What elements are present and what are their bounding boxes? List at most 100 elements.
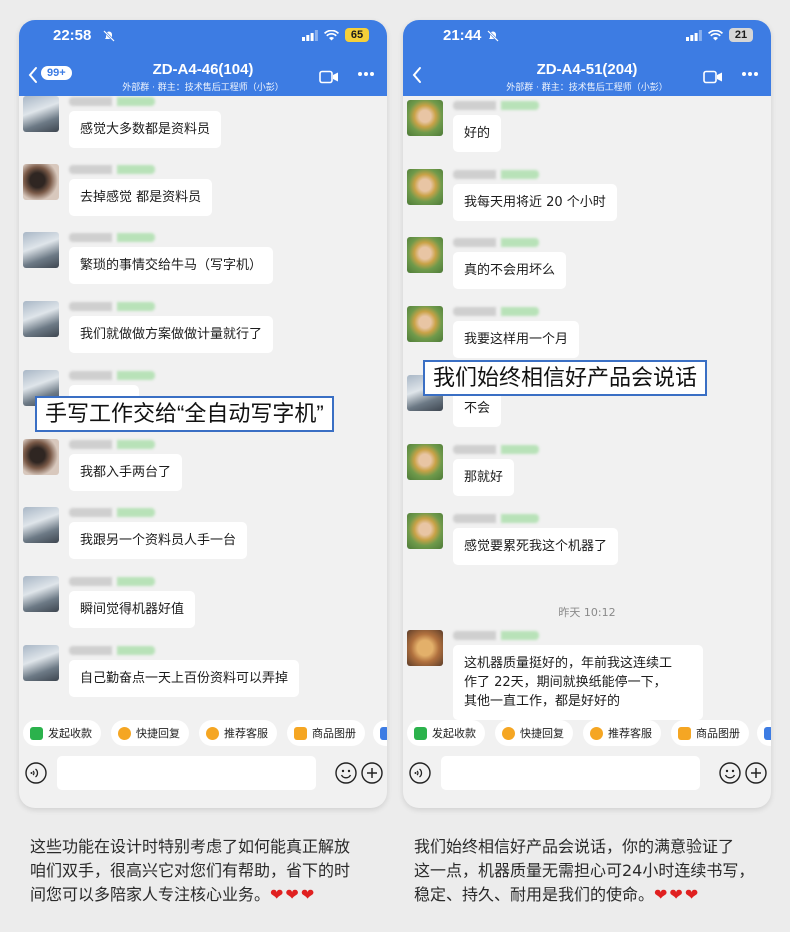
avatar[interactable]	[23, 164, 59, 200]
hearts-decoration: ❤❤❤	[270, 885, 317, 904]
avatar[interactable]	[23, 301, 59, 337]
message-bubble[interactable]: 我每天用将近 20 个小时	[453, 184, 617, 221]
list-item: 繁琐的事情交给牛马（写字机）	[19, 232, 387, 298]
sender-name-blurred	[69, 97, 155, 106]
video-icon[interactable]	[703, 70, 723, 84]
message-bubble[interactable]: 好的	[453, 115, 502, 152]
yen-icon	[414, 726, 427, 740]
document-icon	[294, 726, 307, 740]
sender-name-blurred	[69, 577, 155, 586]
sender-name-blurred	[69, 440, 155, 449]
message-bubble[interactable]: 我跟另一个资料员人手一台	[69, 522, 248, 559]
avatar[interactable]	[23, 439, 59, 475]
message-bubble[interactable]: 真的不会用坏么	[453, 252, 567, 289]
sender-name-blurred	[453, 445, 539, 454]
list-item: 好的	[403, 100, 771, 166]
message-bubble[interactable]: 我都入手两台了	[69, 454, 183, 491]
quick-action-quick-reply[interactable]: 快捷回复	[111, 720, 189, 746]
avatar[interactable]	[407, 630, 443, 666]
message-bubble[interactable]: 繁琐的事情交给牛马（写字机）	[69, 247, 274, 284]
chat-header: 21:44 21 ZD-A4-51(204) 外部群 · 群主：技术售后工程师（…	[403, 20, 771, 96]
caption-text: 我们始终相信好产品会说话，你的满意验证了 这一点，机器质量无需担心可24小时连续…	[414, 837, 755, 904]
chip-label: 商品图册	[696, 727, 740, 740]
more-actions-icon	[380, 726, 387, 740]
quick-action-recommend-service[interactable]: 推荐客服	[199, 720, 277, 746]
avatar[interactable]	[407, 513, 443, 549]
message-bubble[interactable]: 瞬间觉得机器好值	[69, 591, 196, 628]
message-bubble[interactable]: 感觉大多数都是资料员	[69, 111, 222, 148]
sender-name-blurred	[69, 165, 155, 174]
avatar[interactable]	[407, 169, 443, 205]
avatar[interactable]	[407, 444, 443, 480]
highlight-caption: 我们始终相信好产品会说话	[423, 360, 708, 396]
chip-label: 推荐客服	[224, 727, 268, 740]
more-icon[interactable]	[357, 71, 375, 77]
avatar[interactable]	[23, 96, 59, 132]
wifi-icon	[708, 29, 723, 40]
avatar[interactable]	[407, 237, 443, 273]
list-item: 感觉大多数都是资料员	[19, 96, 387, 162]
sender-name-blurred	[453, 514, 539, 523]
list-item: 这机器质量挺好的，年前我这连续工 作了 22天，期间就换纸能停一下， 其他一直工…	[403, 630, 771, 730]
status-time: 22:58	[53, 27, 92, 44]
list-item: 我们就做做方案做做计量就行了	[19, 301, 387, 367]
avatar[interactable]	[23, 645, 59, 681]
document-icon	[678, 726, 691, 740]
message-input[interactable]	[57, 756, 316, 790]
avatar[interactable]	[407, 306, 443, 342]
emoji-icon[interactable]	[335, 762, 357, 784]
sender-name-blurred	[69, 302, 155, 311]
more-icon[interactable]	[741, 71, 759, 77]
chip-label: 快捷回复	[520, 727, 564, 740]
chat-header: 22:58 65 99+ ZD-A4-46(104) 外部群 · 群主：技术售后…	[19, 20, 387, 96]
message-input[interactable]	[441, 756, 700, 790]
battery-badge: 21	[729, 28, 753, 42]
message-bubble[interactable]: 我们就做做方案做做计量就行了	[69, 316, 274, 353]
quick-action-recommend-service[interactable]: 推荐客服	[583, 720, 661, 746]
sender-name-blurred	[69, 508, 155, 517]
mute-icon	[487, 30, 499, 42]
video-icon[interactable]	[319, 70, 339, 84]
message-bubble[interactable]: 感觉要累死我这个机器了	[453, 528, 619, 565]
mute-icon	[103, 30, 115, 42]
right-phone-screenshot: 21:44 21 ZD-A4-51(204) 外部群 · 群主：技术售后工程师（…	[403, 20, 771, 808]
status-time: 21:44	[443, 27, 482, 44]
sender-name-blurred	[69, 646, 155, 655]
list-item: 去掉感觉 都是资料员	[19, 164, 387, 230]
list-item: 自己勤奋点一天上百份资料可以弄掉	[19, 645, 387, 711]
more-actions-icon	[764, 726, 771, 740]
chip-label: 发起收款	[48, 727, 92, 740]
message-bubble[interactable]: 自己勤奋点一天上百份资料可以弄掉	[69, 660, 300, 697]
avatar[interactable]	[23, 507, 59, 543]
avatar[interactable]	[407, 100, 443, 136]
chat-message-list[interactable]: 好的 我每天用将近 20 个小时 真的不会用坏么 我要这样用一个月 不会 那就好…	[403, 96, 771, 734]
chip-label: 商品图册	[312, 727, 356, 740]
avatar[interactable]	[23, 232, 59, 268]
message-input-bar	[19, 756, 387, 796]
chat-bubble-icon	[118, 726, 131, 740]
list-item: 真的不会用坏么	[403, 237, 771, 303]
message-bubble[interactable]: 去掉感觉 都是资料员	[69, 179, 213, 216]
plus-icon[interactable]	[361, 762, 383, 784]
quick-action-collect-payment[interactable]: 发起收款	[23, 720, 101, 746]
sender-name-blurred	[453, 307, 539, 316]
quick-action-quick-reply[interactable]: 快捷回复	[495, 720, 573, 746]
status-indicators: 21	[686, 28, 753, 42]
voice-icon[interactable]	[409, 762, 431, 784]
quick-action-product-album[interactable]: 商品图册	[287, 720, 365, 746]
message-input-bar	[403, 756, 771, 796]
avatar[interactable]	[23, 576, 59, 612]
signal-icon	[686, 29, 702, 41]
quick-action-product-album[interactable]: 商品图册	[671, 720, 749, 746]
voice-icon[interactable]	[25, 762, 47, 784]
message-bubble[interactable]: 我要这样用一个月	[453, 321, 580, 358]
message-bubble[interactable]: 这机器质量挺好的，年前我这连续工 作了 22天，期间就换纸能停一下， 其他一直工…	[453, 645, 703, 720]
quick-action-more[interactable]	[373, 720, 387, 746]
message-bubble[interactable]: 那就好	[453, 459, 515, 496]
quick-action-collect-payment[interactable]: 发起收款	[407, 720, 485, 746]
emoji-icon[interactable]	[719, 762, 741, 784]
message-timestamp: 昨天 10:12	[558, 606, 616, 619]
quick-action-more[interactable]	[757, 720, 771, 746]
quick-action-bar: 发起收款 快捷回复 推荐客服 商品图册	[403, 720, 771, 750]
plus-icon[interactable]	[745, 762, 767, 784]
